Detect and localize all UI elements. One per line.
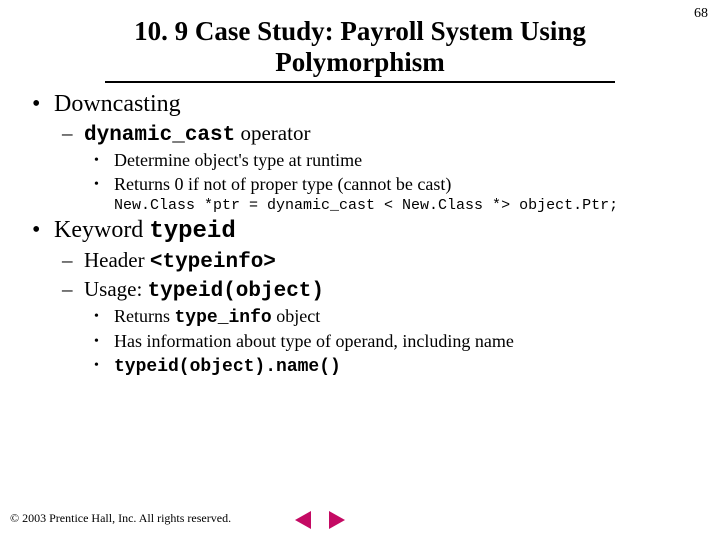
code-example: New.Class *ptr = dynamic_cast < New.Clas… <box>114 197 708 214</box>
sub-usage: Usage: typeid(object) Returns type_info … <box>54 277 708 377</box>
bullet-text: Downcasting <box>54 91 181 117</box>
point-has-info: Has information about type of operand, i… <box>84 331 708 352</box>
point-post: object <box>272 306 320 326</box>
nav-controls <box>290 508 350 532</box>
copyright-footer: © 2003 Prentice Hall, Inc. All rights re… <box>10 511 231 526</box>
triangle-right-icon <box>329 511 345 529</box>
bullet-pre: Keyword <box>54 217 149 243</box>
point-returns-zero: Returns 0 if not of proper type (cannot … <box>84 174 708 195</box>
sub-code: typeid(object) <box>148 280 324 303</box>
title-line-2: Polymorphism <box>275 47 445 77</box>
point-runtime: Determine object's type at runtime <box>84 150 708 171</box>
sub-pre: Usage: <box>84 277 148 301</box>
sub-post: operator <box>235 121 310 145</box>
point-pre: Returns <box>114 306 175 326</box>
sub-header-typeinfo: Header <typeinfo> <box>54 248 708 274</box>
content-area: Downcasting dynamic_cast operator Determ… <box>0 91 720 377</box>
point-name-call: typeid(object).name() <box>84 355 708 377</box>
title-underline <box>105 81 615 83</box>
page-number: 68 <box>694 6 708 22</box>
code-example-wrap: New.Class *ptr = dynamic_cast < New.Clas… <box>84 197 708 214</box>
sub-code: dynamic_cast <box>84 124 235 147</box>
sub-dynamic-cast: dynamic_cast operator Determine object's… <box>54 121 708 214</box>
point-code: typeid(object).name() <box>114 357 341 377</box>
slide: 68 10. 9 Case Study: Payroll System Usin… <box>0 0 720 540</box>
sub-pre: Header <box>84 248 150 272</box>
bullet-downcasting: Downcasting dynamic_cast operator Determ… <box>24 91 708 214</box>
bullet-code: typeid <box>149 218 235 245</box>
point-code: type_info <box>175 308 272 328</box>
next-button[interactable] <box>324 508 350 532</box>
title-line-1: 10. 9 Case Study: Payroll System Using <box>134 16 586 46</box>
point-returns-typeinfo: Returns type_info object <box>84 306 708 328</box>
prev-button[interactable] <box>290 508 316 532</box>
triangle-left-icon <box>295 511 311 529</box>
sub-code: <typeinfo> <box>150 251 276 274</box>
slide-title: 10. 9 Case Study: Payroll System Using P… <box>0 0 720 80</box>
bullet-typeid: Keyword typeid Header <typeinfo> Usage: … <box>24 217 708 377</box>
